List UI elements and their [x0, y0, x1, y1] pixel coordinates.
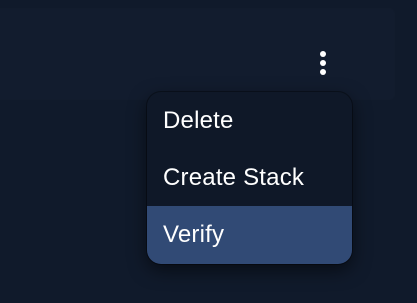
kebab-dot-icon: [320, 69, 326, 75]
more-options-button[interactable]: [309, 45, 337, 81]
kebab-dot-icon: [320, 60, 326, 66]
menu-item-create-stack[interactable]: Create Stack: [147, 149, 352, 206]
content-card: [0, 9, 394, 99]
menu-item-label: Verify: [163, 221, 225, 248]
menu-item-label: Create Stack: [163, 163, 305, 191]
context-menu: Delete Create Stack Verify: [147, 92, 352, 264]
menu-item-delete[interactable]: Delete: [147, 92, 352, 149]
kebab-dot-icon: [320, 51, 326, 57]
menu-item-verify[interactable]: Verify: [147, 206, 352, 264]
menu-item-label: Delete: [163, 106, 234, 134]
